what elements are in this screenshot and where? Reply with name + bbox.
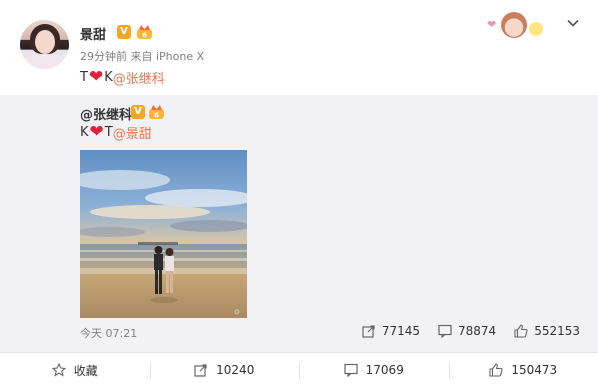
repost-text: K ❤ T @景甜	[80, 122, 152, 143]
thumbs-up-icon	[489, 363, 503, 377]
comment-icon	[438, 324, 452, 338]
repost-text-k: K	[80, 125, 89, 140]
svg-text:6: 6	[142, 32, 147, 40]
repost-verified-badge-icon: V	[131, 105, 145, 119]
repost-forward-stat[interactable]: 77145	[362, 324, 420, 338]
avatar-shirt	[26, 54, 64, 69]
beach-couple-photo: ⊙	[80, 150, 247, 318]
collect-button[interactable]: 收藏	[0, 353, 150, 387]
member-crown-icon: 6	[137, 25, 152, 40]
decoration-avatar	[501, 12, 527, 38]
like-button[interactable]: 150473	[448, 353, 598, 387]
thumbs-up-icon	[514, 324, 528, 338]
repost-forward-count: 77145	[381, 324, 420, 338]
comment-count: 17069	[365, 363, 404, 377]
heart-icon: ❤	[88, 67, 104, 87]
star-icon	[51, 363, 66, 377]
chevron-down-icon[interactable]	[566, 16, 580, 30]
repost-mention-link[interactable]: @景甜	[113, 123, 152, 142]
repost-like-stat[interactable]: 552153	[514, 324, 580, 338]
svg-text:6: 6	[154, 112, 159, 120]
repost-comment-count: 78874	[458, 324, 497, 338]
repost-stats: 77145 78874 552153	[344, 324, 580, 338]
post-text: T ❤ K @张继科	[80, 67, 165, 88]
repost-time: 今天 07:21	[80, 327, 138, 340]
post-meta: 29分钟前 来自 iPhone X	[80, 50, 205, 63]
comment-icon	[344, 363, 358, 377]
verified-badge-icon: V	[117, 25, 131, 39]
forward-icon	[362, 325, 375, 338]
repost-text-t: T	[104, 125, 113, 140]
repost-like-count: 552153	[534, 324, 580, 338]
forward-button[interactable]: 10240	[149, 353, 300, 387]
decoration-sun-icon	[529, 22, 543, 36]
avatar[interactable]	[20, 20, 69, 69]
decoration-heart-icon: ❤	[487, 18, 497, 31]
action-bar: 收藏 10240 17069 150473	[0, 352, 598, 387]
post-text-k: K	[104, 70, 113, 85]
post-author-name[interactable]: 景甜	[80, 24, 106, 43]
comment-button[interactable]: 17069	[299, 353, 449, 387]
like-count: 150473	[511, 363, 558, 377]
post-mention-link[interactable]: @张继科	[113, 68, 165, 87]
repost-block: @张继科 V 6 K ❤ T @景甜 ⊙ 今天 07:21 77145 7887…	[0, 95, 598, 352]
avatar-face	[35, 30, 55, 54]
repost-comment-stat[interactable]: 78874	[438, 324, 496, 338]
collect-label: 收藏	[73, 363, 98, 378]
repost-author-name[interactable]: @张继科	[80, 104, 132, 123]
repost-heart-icon: ❤	[89, 122, 104, 142]
card-decoration: ❤	[483, 12, 545, 38]
forward-count: 10240	[216, 363, 255, 377]
forward-icon	[194, 364, 207, 377]
repost-photo[interactable]: ⊙	[80, 150, 247, 318]
post-text-t: T	[80, 70, 88, 85]
repost-member-crown-icon: 6	[149, 105, 164, 120]
svg-text:⊙: ⊙	[234, 308, 240, 316]
weibo-card: 景甜 V 6 29分钟前 来自 iPhone X ❤ T ❤ K @张继科 @张…	[0, 0, 598, 387]
